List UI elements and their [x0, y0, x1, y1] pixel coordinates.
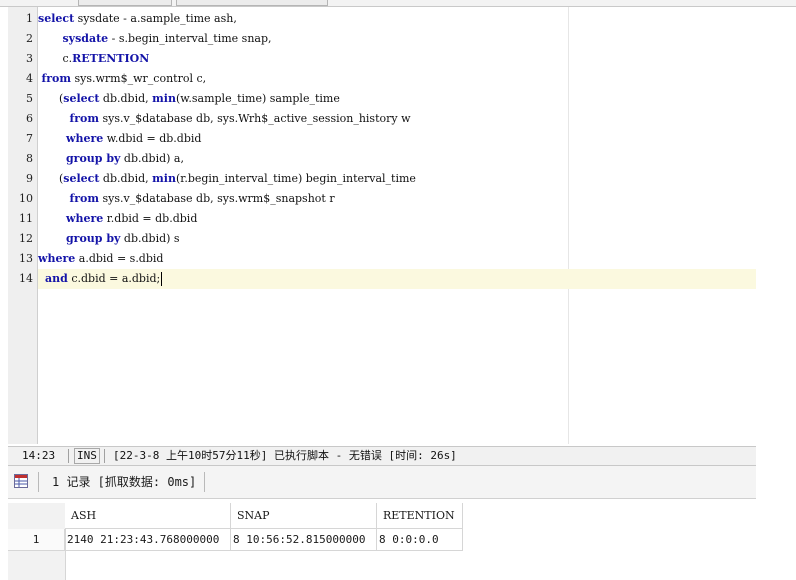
code-line[interactable]: from sys.wrm$_wr_control c, [38, 69, 756, 89]
sql-keyword: min [152, 172, 176, 185]
line-number: 3 [26, 52, 33, 65]
code-line[interactable]: group by db.dbid) s [38, 229, 756, 249]
cell-retention[interactable]: 8 0:0:0.0 [377, 529, 463, 551]
line-number: 10 [19, 192, 33, 205]
sql-keyword: and [45, 272, 68, 285]
status-separator [68, 449, 69, 463]
code-line[interactable]: sysdate - s.begin_interval_time snap, [38, 29, 756, 49]
line-number: 11 [19, 212, 33, 225]
sql-text: db.dbid, [99, 172, 153, 185]
code-line[interactable]: group by db.dbid) a, [38, 149, 756, 169]
line-number: 12 [19, 232, 33, 245]
code-line[interactable]: where a.dbid = s.dbid [38, 249, 756, 269]
line-number: 4 [26, 72, 33, 85]
cell-ash[interactable]: 2140 21:23:43.768000000 [65, 529, 231, 551]
grid-table-icon[interactable] [14, 474, 28, 488]
line-number: 9 [26, 172, 33, 185]
status-bar: 14:23 INS [22-3-8 上午10时57分11秒] 已执行脚本 - 无… [8, 446, 756, 466]
line-number: 7 [26, 132, 33, 145]
sql-text: w.dbid = db.dbid [103, 132, 202, 145]
sql-text: sys.wrm$_wr_control c, [71, 72, 207, 85]
sql-keyword: where [38, 252, 76, 265]
record-count-label: 1 记录 [抓取数据: 0ms] [52, 475, 197, 489]
line-number: 6 [26, 112, 33, 125]
line-number: 14 [19, 272, 33, 285]
sql-text: (w.sample_time) sample_time [175, 92, 340, 105]
sql-keyword: from [69, 112, 99, 125]
sql-keyword: where [65, 212, 104, 225]
sql-text: db.dbid) a, [120, 152, 184, 165]
sql-keyword: sysdate [62, 32, 109, 45]
column-header-retention[interactable]: RETENTION [377, 503, 463, 529]
sql-text: db.dbid) s [120, 232, 180, 245]
tab-stub[interactable] [176, 0, 328, 6]
sql-text: c. [38, 52, 73, 65]
column-header-snap[interactable]: SNAP [231, 503, 377, 529]
sql-text: ( [38, 172, 64, 185]
sql-text: sys.v_$database db, sys.wrm$_snapshot r [99, 192, 335, 205]
insert-mode-indicator: INS [74, 448, 100, 464]
sql-keyword: select [63, 92, 100, 105]
sql-text: (r.begin_interval_time) begin_interval_t… [175, 172, 416, 185]
sql-text: r.dbid = db.dbid [103, 212, 198, 225]
execution-message: [22-3-8 上午10时57分11秒] 已执行脚本 - 无错误 [时间: 26… [113, 449, 457, 462]
cell-snap[interactable]: 8 10:56:52.815000000 [231, 529, 377, 551]
line-number: 8 [26, 152, 33, 165]
sql-keyword: where [65, 132, 104, 145]
line-number: 2 [26, 32, 33, 45]
text-caret [161, 272, 163, 286]
sql-text: ( [38, 92, 64, 105]
sql-keyword: group by [65, 232, 121, 245]
line-number: 13 [19, 252, 33, 265]
sql-keyword: select [63, 172, 100, 185]
toolbar-separator [38, 472, 39, 492]
sql-keyword: min [152, 92, 176, 105]
current-code-line[interactable]: and c.dbid = a.dbid; [38, 269, 756, 289]
result-toolbar: 1 记录 [抓取数据: 0ms] [8, 466, 756, 499]
code-line[interactable]: where w.dbid = db.dbid [38, 129, 756, 149]
result-panel: 1 记录 [抓取数据: 0ms] ASH SNAP RETENTION 1 21… [8, 466, 756, 580]
code-line[interactable]: (select db.dbid, min(r.begin_interval_ti… [38, 169, 756, 189]
sql-keyword: from [41, 72, 72, 85]
tab-stub[interactable] [78, 0, 172, 6]
sql-text: sysdate - a.sample_time ash, [74, 12, 237, 25]
sql-text: - s.begin_interval_time snap, [108, 32, 272, 45]
code-line[interactable]: select sysdate - a.sample_time ash, [38, 9, 756, 29]
code-line[interactable]: from sys.v_$database db, sys.wrm$_snapsh… [38, 189, 756, 209]
sql-editor[interactable]: 1 2 3 4 5 6 7 8 9 10 11 12 13 14 select sysdate - a.s… [0, 7, 756, 444]
cursor-position: 14:23 [22, 449, 56, 462]
line-number: 1 [26, 12, 33, 25]
toolbar-separator [204, 472, 205, 492]
sql-keyword: from [69, 192, 99, 205]
top-tab-strip [0, 0, 796, 7]
code-line[interactable]: where r.dbid = db.dbid [38, 209, 756, 229]
sql-text: c.dbid = a.dbid; [67, 272, 161, 285]
sql-text: db.dbid, [99, 92, 153, 105]
code-line[interactable]: c.RETENTION [38, 49, 756, 69]
sql-text: a.dbid = s.dbid [75, 252, 164, 265]
line-number: 5 [26, 92, 33, 105]
sql-keyword: RETENTION [72, 52, 150, 65]
row-number[interactable]: 1 [8, 529, 65, 551]
sql-keyword: group by [65, 152, 121, 165]
sql-keyword: select [38, 12, 75, 25]
status-separator [104, 449, 105, 463]
code-line[interactable]: (select db.dbid, min(w.sample_time) samp… [38, 89, 756, 109]
code-line[interactable]: from sys.v_$database db, sys.Wrh$_active… [38, 109, 756, 129]
sql-text: sys.v_$database db, sys.Wrh$_active_sess… [99, 112, 411, 125]
line-number-gutter: 1 2 3 4 5 6 7 8 9 10 11 12 13 14 [8, 7, 38, 444]
column-header-ash[interactable]: ASH [65, 503, 231, 529]
